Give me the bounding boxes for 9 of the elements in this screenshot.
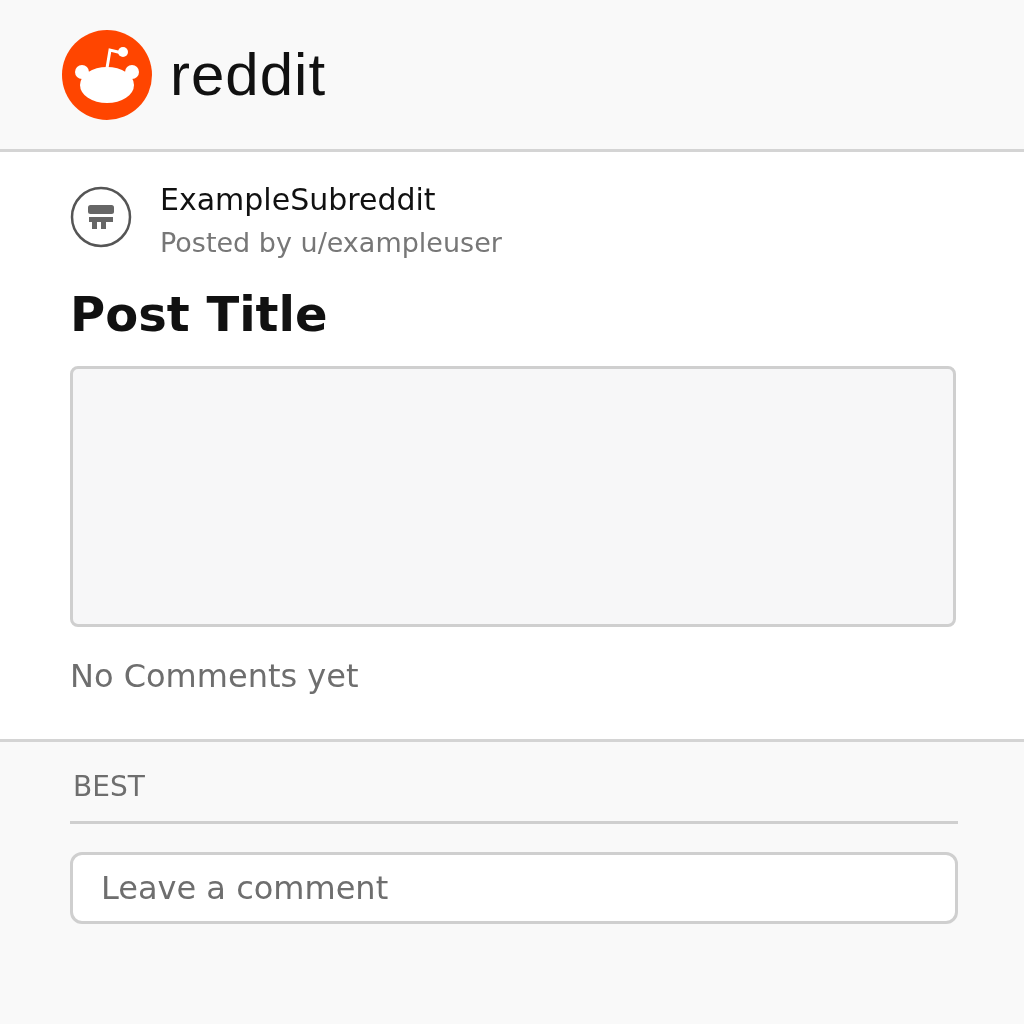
comments-status: No Comments yet <box>70 657 360 695</box>
sort-label[interactable]: BEST <box>70 766 958 824</box>
brand-name[interactable]: reddit <box>170 40 327 109</box>
logo-icon[interactable] <box>62 29 152 120</box>
post-author: Posted by u/exampleuser <box>160 227 502 258</box>
subreddit-icon[interactable] <box>70 186 132 248</box>
post-title: Post Title <box>70 286 329 342</box>
comment-field[interactable]: Leave a comment <box>70 852 958 924</box>
subreddit-name[interactable]: ExampleSubreddit <box>160 182 502 217</box>
